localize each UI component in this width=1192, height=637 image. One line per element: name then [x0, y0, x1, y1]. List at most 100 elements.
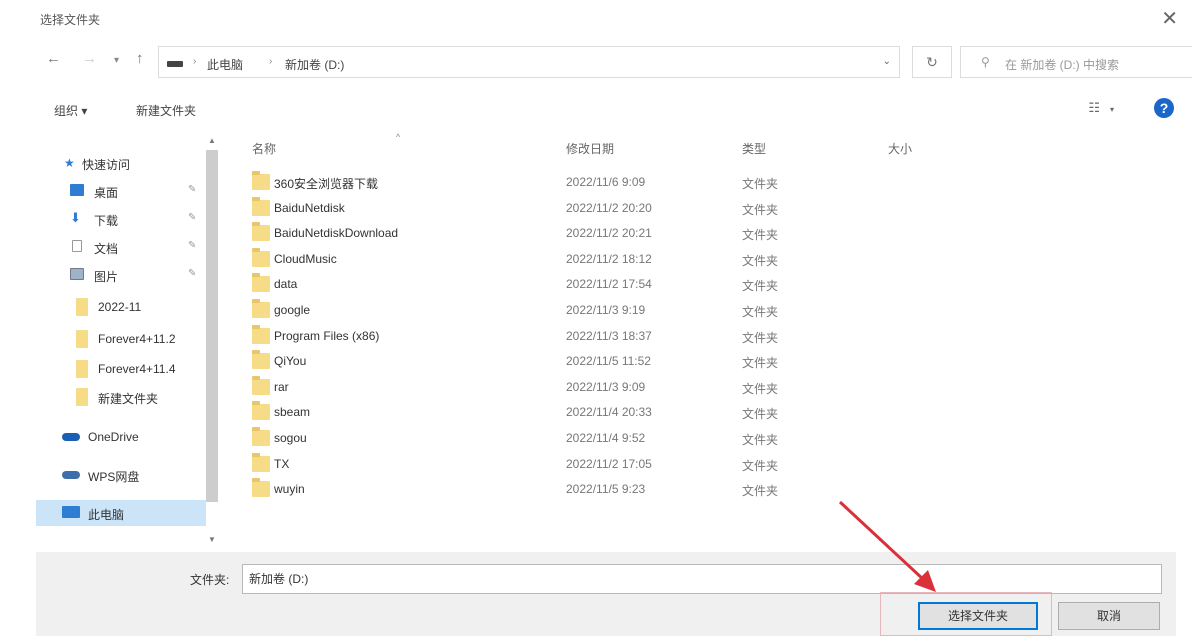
file-type: 文件夹 — [742, 330, 779, 345]
folder-icon — [76, 388, 88, 406]
sidebar-item-this-pc[interactable]: 此电脑 — [36, 500, 206, 526]
forward-arrow-icon[interactable]: → — [82, 50, 97, 67]
recent-locations-icon[interactable]: ▾ — [114, 55, 119, 66]
file-modified-date: 2022/11/2 17:54 — [566, 277, 652, 292]
file-name: 360安全浏览器下载 — [274, 177, 379, 191]
folder-icon — [252, 427, 270, 446]
column-header-type[interactable]: 类型 — [742, 140, 766, 157]
folder-name-input[interactable]: 新加卷 (D:) — [242, 564, 1162, 594]
file-modified-date: 2022/11/2 18:12 — [566, 251, 652, 266]
file-name: BaiduNetdiskDownload — [274, 226, 399, 241]
search-placeholder: 在 新加卷 (D:) 中搜索 — [1005, 58, 1119, 72]
file-type: 文件夹 — [742, 177, 779, 191]
file-modified-date: 2022/11/4 9:52 — [566, 431, 646, 445]
refresh-icon[interactable]: ↻ — [912, 46, 952, 78]
sidebar-item-pictures[interactable]: 图片 ✎ — [36, 262, 206, 288]
view-dropdown-icon[interactable]: ▾ — [1110, 105, 1114, 114]
sidebar-item-new-folder[interactable]: 新建文件夹 — [36, 384, 206, 410]
sidebar-scrollbar[interactable]: ▲ ▼ — [204, 134, 220, 546]
help-icon[interactable]: ? — [1154, 98, 1174, 118]
breadcrumb-separator[interactable]: › — [193, 56, 196, 67]
column-header-size[interactable]: 大小 — [888, 140, 912, 157]
breadcrumb-drive-d[interactable]: 新加卷 (D:) — [285, 56, 344, 73]
file-row[interactable]: BaiduNetdisk 2022/11/2 20:20 文件夹 — [244, 196, 804, 220]
folder-icon — [76, 360, 88, 378]
file-modified-date: 2022/11/3 18:37 — [566, 328, 652, 343]
folder-label: 文件夹: — [190, 573, 230, 587]
sidebar-item-label: Forever4+11.2 — [98, 332, 176, 346]
sidebar-item-documents[interactable]: 文档 ✎ — [36, 234, 206, 260]
breadcrumb-separator[interactable]: › — [269, 56, 272, 67]
search-input[interactable]: ⚲ 在 新加卷 (D:) 中搜索 — [960, 46, 1192, 78]
select-folder-button[interactable]: 选择文件夹 — [918, 602, 1038, 630]
file-name: wuyin — [274, 482, 305, 497]
sidebar-item-label: 桌面 — [94, 186, 119, 200]
file-modified-date: 2022/11/2 20:21 — [566, 226, 652, 241]
file-row[interactable]: BaiduNetdiskDownload 2022/11/2 20:21 文件夹 — [244, 221, 804, 245]
sidebar-item-folder-forever-11-2[interactable]: Forever4+11.2 — [36, 326, 206, 352]
scroll-thumb[interactable] — [206, 150, 218, 502]
file-row[interactable]: sbeam 2022/11/4 20:33 文件夹 — [244, 400, 804, 424]
file-row[interactable]: CloudMusic 2022/11/2 18:12 文件夹 — [244, 247, 804, 271]
folder-icon — [252, 478, 270, 498]
column-header-name[interactable]: 名称 — [252, 140, 276, 157]
close-icon[interactable]: ✕ — [1161, 6, 1178, 31]
file-modified-date: 2022/11/3 9:19 — [566, 303, 646, 317]
address-bar[interactable]: › 此电脑 › 新加卷 (D:) ⌄ — [158, 46, 900, 78]
sidebar-item-label: 下载 — [94, 214, 119, 228]
sidebar-item-label: 文档 — [94, 242, 119, 256]
file-type: 文件夹 — [742, 484, 779, 499]
file-type: 文件夹 — [742, 381, 779, 396]
download-icon: ⬇ — [70, 210, 81, 225]
folder-icon — [252, 452, 270, 472]
folder-icon — [252, 350, 270, 370]
column-header-modified[interactable]: 修改日期 — [566, 140, 614, 157]
file-name: google — [274, 303, 311, 317]
file-row[interactable]: 360安全浏览器下载 2022/11/6 9:09 文件夹 — [244, 170, 804, 194]
file-row[interactable]: wuyin 2022/11/5 9:23 文件夹 — [244, 477, 804, 501]
organize-menu-button[interactable]: 组织 ▾ — [54, 102, 87, 119]
title-bar: 选择文件夹 ✕ — [0, 0, 1192, 38]
file-name: Program Files (x86) — [274, 328, 380, 343]
navigation-bar: ← → ▾ ↑ › 此电脑 › 新加卷 (D:) ⌄ ↻ ⚲ 在 新加卷 (D:… — [36, 44, 1192, 80]
sidebar-item-downloads[interactable]: ⬇ 下载 ✎ — [36, 206, 206, 232]
file-row[interactable]: sogou 2022/11/4 9:52 文件夹 — [244, 426, 804, 450]
sidebar-item-onedrive[interactable]: OneDrive — [36, 424, 206, 450]
view-options-icon[interactable]: ☷ — [1088, 100, 1100, 116]
file-type: 文件夹 — [742, 228, 779, 243]
pin-icon[interactable]: ✎ — [188, 212, 196, 223]
file-row[interactable]: google 2022/11/3 9:19 文件夹 — [244, 298, 804, 322]
cancel-button[interactable]: 取消 — [1058, 602, 1160, 630]
file-modified-date: 2022/11/6 9:09 — [566, 175, 646, 189]
file-row[interactable]: Program Files (x86) 2022/11/3 18:37 文件夹 — [244, 324, 804, 348]
file-row[interactable]: rar 2022/11/3 9:09 文件夹 — [244, 375, 804, 399]
address-dropdown-icon[interactable]: ⌄ — [883, 56, 891, 67]
file-modified-date: 2022/11/5 11:52 — [566, 354, 651, 369]
file-modified-date: 2022/11/5 9:23 — [566, 482, 646, 497]
this-pc-icon — [167, 61, 183, 67]
file-type: 文件夹 — [742, 356, 779, 371]
sidebar-item-folder-forever-11-4[interactable]: Forever4+11.4 — [36, 356, 206, 382]
sidebar-item-label: OneDrive — [88, 430, 139, 444]
pin-icon[interactable]: ✎ — [188, 184, 196, 195]
breadcrumb-this-pc[interactable]: 此电脑 — [207, 56, 243, 73]
scroll-down-icon[interactable]: ▼ — [208, 535, 216, 544]
file-row[interactable]: data 2022/11/2 17:54 文件夹 — [244, 272, 804, 296]
back-arrow-icon[interactable]: ← — [46, 50, 61, 67]
folder-icon — [252, 401, 270, 421]
sidebar-item-wps-drive[interactable]: WPS网盘 — [36, 462, 206, 488]
pin-icon[interactable]: ✎ — [188, 268, 196, 279]
file-name: QiYou — [274, 354, 307, 369]
pin-icon[interactable]: ✎ — [188, 240, 196, 251]
sidebar-item-quick-access[interactable]: ★ 快速访问 — [36, 150, 206, 176]
file-row[interactable]: TX 2022/11/2 17:05 文件夹 — [244, 452, 804, 476]
sidebar-item-folder-2022-11[interactable]: 2022-11 — [36, 294, 206, 320]
sidebar-item-desktop[interactable]: 桌面 ✎ — [36, 178, 206, 204]
up-arrow-icon[interactable]: ↑ — [136, 50, 144, 67]
file-name: TX — [274, 456, 290, 471]
scroll-up-icon[interactable]: ▲ — [208, 136, 216, 145]
file-list: ^ 名称 修改日期 类型 大小 360安全浏览器下载 2022/11/6 9:09… — [236, 132, 1176, 550]
file-row[interactable]: QiYou 2022/11/5 11:52 文件夹 — [244, 349, 804, 373]
new-folder-button[interactable]: 新建文件夹 — [136, 102, 196, 119]
file-modified-date: 2022/11/2 20:20 — [566, 200, 652, 215]
